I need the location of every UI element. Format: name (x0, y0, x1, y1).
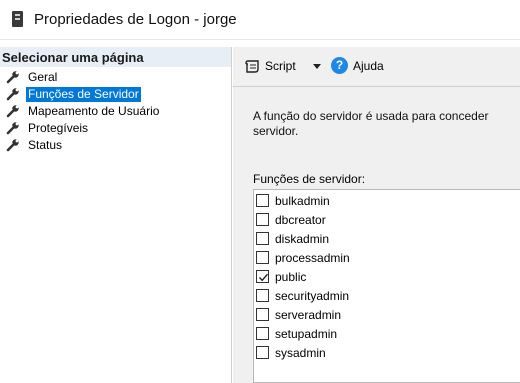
role-checkbox[interactable] (256, 251, 269, 264)
page-selector-sidebar: Selecionar uma página Geral Funções de S… (0, 47, 232, 383)
role-label: processadmin (275, 251, 350, 265)
role-checkbox[interactable] (256, 346, 269, 359)
help-button[interactable]: ? Ajuda (331, 57, 401, 77)
role-label: sysadmin (275, 346, 326, 360)
wrench-icon (6, 139, 19, 152)
role-row-setupadmin[interactable]: setupadmin (256, 324, 516, 343)
wrench-icon (6, 88, 19, 101)
sidebar-item-label: Protegíveis (28, 121, 89, 135)
window-title: Propriedades de Logon - jorge (34, 11, 237, 28)
server-roles-label: Funções de servidor: (253, 172, 366, 186)
role-row-sysadmin[interactable]: sysadmin (256, 343, 516, 362)
script-label: Script (265, 59, 296, 73)
role-checkbox[interactable] (256, 270, 269, 283)
role-row-processadmin[interactable]: processadmin (256, 248, 516, 267)
role-label: bulkadmin (275, 194, 330, 208)
checkmark-icon (258, 273, 269, 282)
role-checkbox[interactable] (256, 194, 269, 207)
help-icon: ? (331, 57, 348, 74)
title-bar: Propriedades de Logon - jorge (0, 0, 520, 40)
role-row-serveradmin[interactable]: serveradmin (256, 305, 516, 324)
role-label: dbcreator (275, 213, 326, 227)
server-icon (12, 11, 23, 27)
main-panel: Script ? Ajuda A função do servidor é us… (233, 47, 520, 383)
description-line: servidor. (253, 124, 299, 138)
wrench-icon (6, 122, 19, 135)
role-checkbox[interactable] (256, 213, 269, 226)
script-icon (245, 60, 259, 73)
role-checkbox[interactable] (256, 327, 269, 340)
server-roles-list[interactable]: bulkadmin dbcreator diskadmin processadm… (253, 189, 520, 383)
role-checkbox[interactable] (256, 289, 269, 302)
role-checkbox[interactable] (256, 308, 269, 321)
sidebar-heading: Selecionar uma página (0, 47, 231, 67)
sidebar-item-label: Funções de Servidor (26, 87, 141, 102)
role-label: diskadmin (275, 232, 330, 246)
description-line: A função do servidor é usada para conced… (253, 109, 489, 123)
script-button[interactable]: Script (245, 57, 325, 77)
sidebar-item-label: Mapeamento de Usuário (28, 104, 160, 118)
role-row-bulkadmin[interactable]: bulkadmin (256, 191, 516, 210)
role-label: setupadmin (275, 327, 338, 341)
role-row-public[interactable]: public (256, 267, 516, 286)
role-checkbox[interactable] (256, 232, 269, 245)
wrench-icon (6, 71, 19, 84)
sidebar-item-label: Status (28, 138, 63, 152)
help-label: Ajuda (353, 59, 384, 73)
role-label: serveradmin (275, 308, 342, 322)
chevron-down-icon[interactable] (313, 64, 321, 69)
role-row-securityadmin[interactable]: securityadmin (256, 286, 516, 305)
role-label: securityadmin (275, 289, 350, 303)
page-description: A função do servidor é usada para conced… (253, 109, 515, 139)
role-label: public (275, 270, 307, 284)
wrench-icon (6, 105, 19, 118)
role-row-diskadmin[interactable]: diskadmin (256, 229, 516, 248)
toolbar: Script ? Ajuda (233, 47, 520, 87)
role-row-dbcreator[interactable]: dbcreator (256, 210, 516, 229)
sidebar-item-label: Geral (28, 70, 58, 84)
